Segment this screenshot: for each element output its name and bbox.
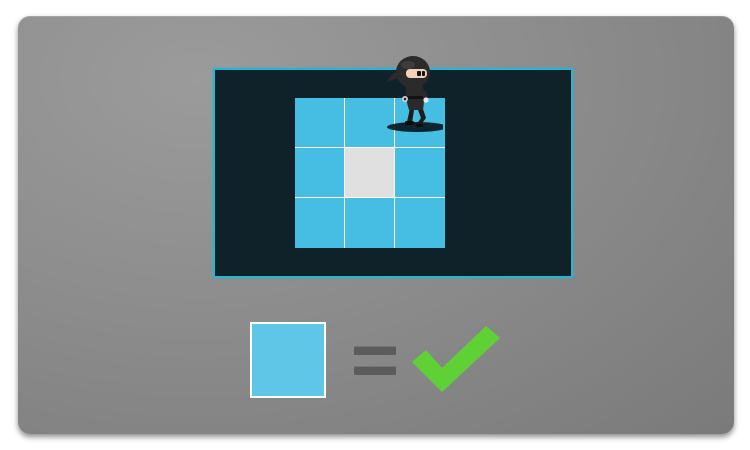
equals-bar-top <box>354 346 396 355</box>
game-card <box>18 16 734 434</box>
tile-blue[interactable] <box>395 148 445 198</box>
equals-icon <box>354 344 396 378</box>
tile-blue[interactable] <box>295 148 345 198</box>
ninja-icon <box>387 56 443 132</box>
check-icon <box>412 326 500 392</box>
tile-blue[interactable] <box>395 198 445 248</box>
tile-blue[interactable] <box>345 198 395 248</box>
game-stage <box>213 56 573 278</box>
equals-bar-bottom <box>354 366 396 375</box>
rule-row <box>250 322 510 398</box>
tile-white[interactable] <box>345 148 395 198</box>
tile-blue[interactable] <box>295 198 345 248</box>
target-color-swatch <box>250 322 326 398</box>
tile-blue[interactable] <box>295 98 345 148</box>
